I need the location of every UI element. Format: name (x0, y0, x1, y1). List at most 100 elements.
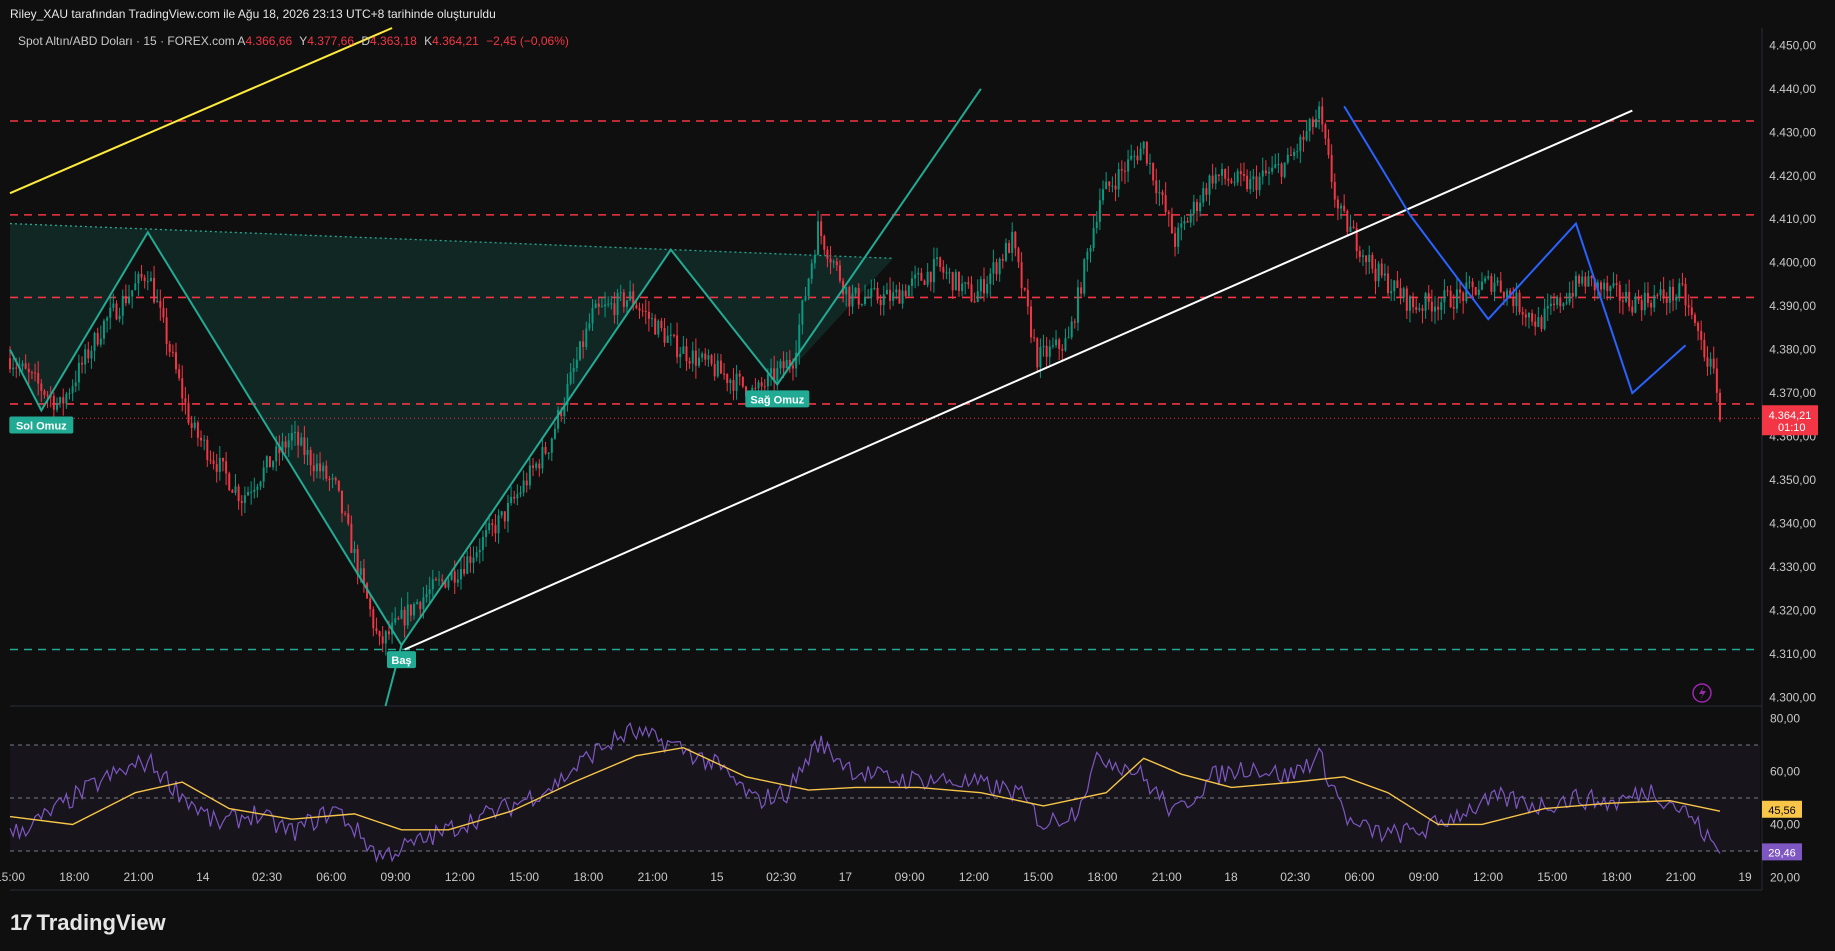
candle-body (1308, 119, 1311, 132)
candle-body (607, 303, 610, 305)
candle-body (1286, 154, 1289, 163)
candle-body (156, 300, 159, 303)
candle-body (503, 511, 506, 522)
candle-body (1571, 292, 1574, 297)
candle-body (1393, 280, 1396, 292)
candle-body (898, 289, 901, 304)
candle-body (413, 604, 416, 616)
time-axis-tick: 21:00 (1152, 870, 1182, 884)
candle-body (99, 338, 102, 345)
candle-body (1208, 175, 1211, 195)
time-axis-tick: 21:00 (1666, 870, 1696, 884)
candle-body (829, 258, 832, 263)
candle-body (1199, 202, 1202, 212)
candle-body (1371, 254, 1374, 269)
price-axis-tick: 4.440,00 (1769, 82, 1816, 96)
candle-body (1659, 289, 1662, 296)
chart-svg[interactable]: 4.450,00 4.440,00 4.430,00 4.420,00 4.410,00… (0, 0, 1835, 951)
price-axis-tick: 4.400,00 (1769, 256, 1816, 270)
symbol-legend[interactable]: Spot Altın/ABD Doları · 15 · FOREX.com A… (18, 34, 573, 48)
candle-body (1625, 291, 1628, 302)
brand-logo[interactable]: 17 TradingView (10, 910, 166, 936)
candle-body (741, 376, 744, 387)
candle-body (1161, 192, 1164, 196)
candle-body (1186, 221, 1189, 223)
candle-body (1111, 185, 1114, 187)
candle-body (1324, 124, 1327, 139)
candle-body (1108, 181, 1111, 186)
candle-body (553, 428, 556, 439)
candle-body (488, 523, 491, 531)
candle-body (1020, 262, 1023, 288)
candle-body (1603, 282, 1606, 290)
time-axis-tick: 18:00 (59, 870, 89, 884)
candle-body (569, 372, 572, 384)
candle-body (904, 290, 907, 297)
candle-body (247, 492, 250, 496)
candle-body (735, 373, 738, 391)
candle-body (469, 556, 472, 563)
candle-body (312, 465, 315, 472)
candle-body (776, 368, 779, 382)
candle-body (1239, 171, 1242, 174)
candle-body (970, 284, 973, 302)
price-axis-tick: 4.410,00 (1769, 212, 1816, 226)
candle-body (143, 277, 146, 282)
price-axis-tick: 4.370,00 (1769, 386, 1816, 400)
rsi-axis-tick: 60,00 (1770, 765, 1800, 779)
candle-body (1321, 106, 1324, 125)
candle-body (1471, 281, 1474, 288)
candle-body (1039, 347, 1042, 368)
candle-body (1343, 205, 1346, 211)
pattern-label: Baş (391, 655, 411, 667)
candle-body (1427, 293, 1430, 302)
candle-body (1164, 195, 1167, 213)
candle-body (1277, 163, 1280, 165)
candle-body (1687, 305, 1690, 308)
candle-body (948, 272, 951, 274)
candle-body (1346, 210, 1349, 232)
candle-body (1014, 231, 1017, 249)
candle-body (1390, 291, 1393, 294)
candle-body (225, 461, 228, 474)
candle-body (723, 373, 726, 375)
candle-body (1261, 170, 1264, 177)
candle-body (1177, 227, 1180, 247)
candle-body (1646, 292, 1649, 303)
candle-body (1195, 201, 1198, 212)
candle-body (513, 496, 516, 499)
candle-body (77, 362, 80, 383)
candle-body (168, 343, 171, 352)
candle-body (932, 259, 935, 283)
candle-body (1340, 205, 1343, 209)
time-axis-tick: 02:30 (252, 870, 282, 884)
candle-body (350, 523, 353, 553)
candle-body (1396, 280, 1399, 289)
candle-body (1421, 308, 1424, 311)
candle-body (190, 423, 193, 428)
candle-body (378, 631, 381, 637)
symbol-name[interactable]: Spot Altın/ABD Doları · 15 · FOREX.com (18, 34, 235, 48)
candle-body (1174, 233, 1177, 247)
price-axis-tick: 4.310,00 (1769, 647, 1816, 661)
candle-body (1405, 288, 1408, 311)
candle-body (1546, 306, 1549, 309)
candle-body (857, 287, 860, 305)
candle-body (666, 335, 669, 343)
candle-body (600, 306, 603, 308)
candle-body (43, 390, 46, 395)
candle-body (845, 287, 848, 295)
candle-body (1236, 171, 1239, 183)
candle-body (763, 386, 766, 388)
candle-body (1001, 258, 1004, 261)
candle-body (1221, 169, 1224, 176)
candle-body (1518, 292, 1521, 313)
candle-body (27, 368, 30, 373)
candle-body (409, 604, 412, 616)
candle-body (879, 299, 882, 306)
time-axis-tick: 15:00 (1023, 870, 1053, 884)
candle-body (1709, 358, 1712, 367)
candle-body (870, 288, 873, 298)
candle-body (149, 277, 152, 282)
candle-body (1653, 295, 1656, 308)
